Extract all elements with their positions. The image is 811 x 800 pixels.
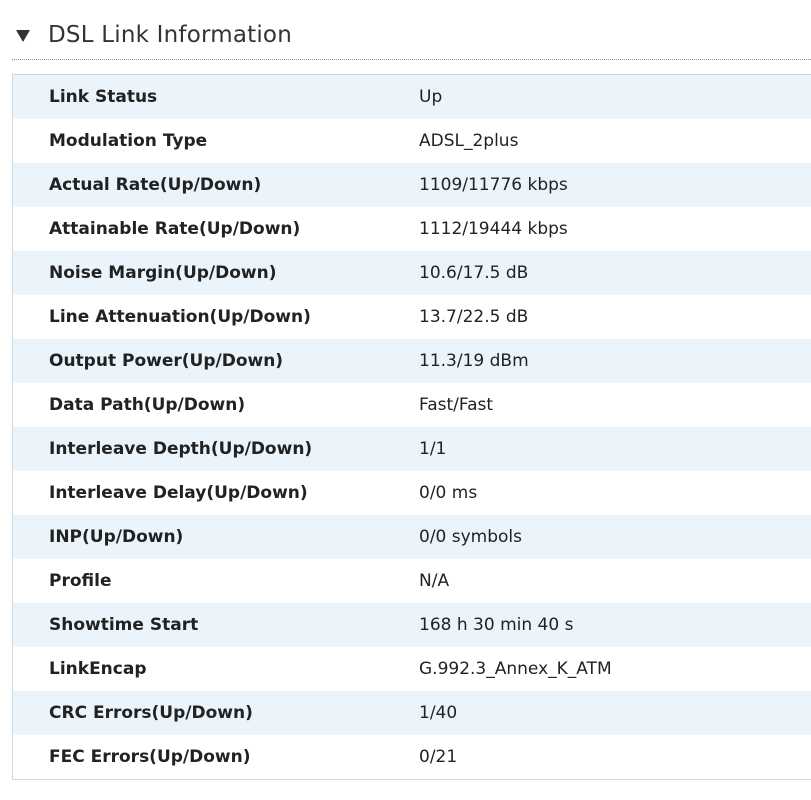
table-row: Interleave Depth(Up/Down) 1/1 [13, 427, 811, 471]
row-label: Interleave Delay(Up/Down) [49, 483, 308, 503]
table-row: Modulation Type ADSL_2plus [13, 119, 811, 163]
row-value: 168 h 30 min 40 s [419, 615, 574, 635]
table-row: Line Attenuation(Up/Down) 13.7/22.5 dB [13, 295, 811, 339]
table-row: Data Path(Up/Down) Fast/Fast [13, 383, 811, 427]
row-value: 1112/19444 kbps [419, 219, 568, 239]
table-row: Noise Margin(Up/Down) 10.6/17.5 dB [13, 251, 811, 295]
table-row: Output Power(Up/Down) 11.3/19 dBm [13, 339, 811, 383]
row-label: Link Status [49, 87, 158, 107]
table-row: Interleave Delay(Up/Down) 0/0 ms [13, 471, 811, 515]
section-header-dsl-link-information[interactable]: DSL Link Information [12, 10, 811, 60]
table-row: FEC Errors(Up/Down) 0/21 [13, 735, 811, 779]
row-value: 1/40 [419, 703, 458, 723]
row-label: Modulation Type [49, 131, 208, 151]
row-value: Fast/Fast [419, 395, 494, 415]
row-value: 11.3/19 dBm [419, 351, 529, 371]
table-row: CRC Errors(Up/Down) 1/40 [13, 691, 811, 735]
row-label: Interleave Depth(Up/Down) [49, 439, 313, 459]
section-title: DSL Link Information [48, 21, 292, 48]
row-label: Noise Margin(Up/Down) [49, 263, 277, 283]
table-row: Actual Rate(Up/Down) 1109/11776 kbps [13, 163, 811, 207]
row-label: Line Attenuation(Up/Down) [49, 307, 311, 327]
table-row: LinkEncap G.992.3_Annex_K_ATM [13, 647, 811, 691]
table-row: Link Status Up [13, 75, 811, 119]
row-value: 10.6/17.5 dB [419, 263, 529, 283]
table-row: Attainable Rate(Up/Down) 1112/19444 kbps [13, 207, 811, 251]
row-value: 1109/11776 kbps [419, 175, 568, 195]
row-value: 13.7/22.5 dB [419, 307, 529, 327]
table-row: Profile N/A [13, 559, 811, 603]
row-label: FEC Errors(Up/Down) [49, 747, 251, 767]
row-label: LinkEncap [49, 659, 147, 679]
row-value: Up [419, 87, 443, 107]
row-value: N/A [419, 571, 450, 591]
row-value: G.992.3_Annex_K_ATM [419, 659, 612, 679]
row-value: 0/0 symbols [419, 527, 523, 547]
row-value: ADSL_2plus [419, 131, 519, 151]
row-label: Actual Rate(Up/Down) [49, 175, 262, 195]
row-label: Attainable Rate(Up/Down) [49, 219, 301, 239]
row-label: CRC Errors(Up/Down) [49, 703, 253, 723]
row-label: Showtime Start [49, 615, 199, 635]
row-value: 0/21 [419, 747, 458, 767]
dsl-info-table: Link Status Up Modulation Type ADSL_2plu… [12, 74, 811, 780]
table-row: INP(Up/Down) 0/0 symbols [13, 515, 811, 559]
row-label: Output Power(Up/Down) [49, 351, 284, 371]
table-row: Showtime Start 168 h 30 min 40 s [13, 603, 811, 647]
row-value: 1/1 [419, 439, 447, 459]
row-label: Profile [49, 571, 112, 591]
triangle-down-icon[interactable] [16, 29, 30, 42]
row-label: INP(Up/Down) [49, 527, 184, 547]
row-label: Data Path(Up/Down) [49, 395, 246, 415]
row-value: 0/0 ms [419, 483, 478, 503]
